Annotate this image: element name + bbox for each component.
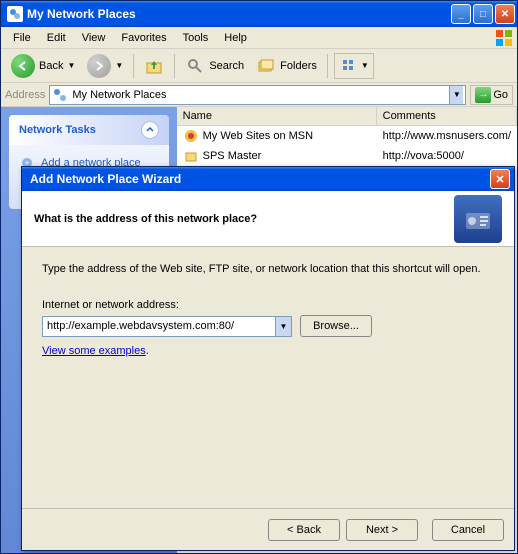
toolbar-separator: [133, 54, 134, 78]
maximize-button[interactable]: □: [473, 4, 493, 24]
menu-file[interactable]: File: [5, 30, 39, 46]
back-arrow-icon: [11, 54, 35, 78]
wizard-heading: What is the address of this network plac…: [34, 213, 454, 225]
address-dropdown-arrow-icon[interactable]: ▼: [275, 317, 291, 336]
menubar: File Edit View Favorites Tools Help: [1, 27, 517, 49]
menu-help[interactable]: Help: [216, 30, 255, 46]
item-name: My Web Sites on MSN: [203, 130, 313, 142]
addressbar: Address My Network Places ▼ → Go: [1, 83, 517, 107]
wizard-title: Add Network Place Wizard: [30, 172, 490, 186]
window-title: My Network Places: [27, 7, 451, 21]
item-name: SPS Master: [203, 150, 262, 162]
address-input-label: Internet or network address:: [42, 299, 494, 311]
go-button[interactable]: → Go: [470, 85, 513, 105]
collapse-icon[interactable]: [141, 121, 159, 139]
address-dropdown-arrow-icon[interactable]: ▼: [449, 86, 463, 104]
web-site-icon: [183, 128, 199, 144]
toolbar-separator: [327, 54, 328, 78]
menu-view[interactable]: View: [74, 30, 114, 46]
folders-icon: [256, 56, 276, 76]
menu-favorites[interactable]: Favorites: [113, 30, 174, 46]
go-label: Go: [493, 89, 508, 101]
network-folder-icon: [183, 148, 199, 164]
toolbar-separator: [174, 54, 175, 78]
wizard-instruction: Type the address of the Web site, FTP si…: [42, 263, 494, 275]
close-button[interactable]: ✕: [495, 4, 515, 24]
forward-dropdown-arrow-icon[interactable]: ▼: [115, 61, 123, 70]
back-label: Back: [39, 60, 63, 72]
wizard-close-button[interactable]: ✕: [490, 169, 510, 189]
forward-button[interactable]: ▼: [83, 52, 127, 80]
address-value: My Network Places: [72, 89, 449, 101]
column-name[interactable]: Name: [177, 107, 377, 125]
views-icon: [339, 56, 359, 76]
address-input[interactable]: [43, 320, 275, 332]
item-comments: http://vova:5000/: [383, 150, 464, 162]
main-window: My Network Places _ □ ✕ File Edit View F…: [0, 0, 518, 554]
views-dropdown-arrow-icon: ▼: [361, 61, 369, 70]
back-button[interactable]: Back ▼: [7, 52, 79, 80]
wizard-body: Type the address of the Web site, FTP si…: [22, 247, 514, 508]
back-button[interactable]: < Back: [268, 519, 340, 541]
network-tasks-header[interactable]: Network Tasks: [9, 115, 169, 145]
wizard-header: What is the address of this network plac…: [22, 191, 514, 247]
next-button[interactable]: Next >: [346, 519, 418, 541]
list-item[interactable]: SPS Master http://vova:5000/: [177, 146, 517, 166]
add-network-place-wizard: Add Network Place Wizard ✕ What is the a…: [21, 166, 515, 551]
address-combo[interactable]: My Network Places ▼: [49, 85, 466, 105]
address-label: Address: [5, 89, 45, 101]
column-comments[interactable]: Comments: [377, 107, 517, 125]
network-places-icon: [52, 87, 68, 103]
cancel-button[interactable]: Cancel: [432, 519, 504, 541]
network-tasks-title: Network Tasks: [19, 124, 96, 136]
browse-button[interactable]: Browse...: [300, 315, 372, 337]
folders-button[interactable]: Folders: [252, 54, 321, 78]
wizard-footer: < Back Next > Cancel: [22, 508, 514, 550]
toolbar: Back ▼ ▼ Search Folders: [1, 49, 517, 83]
menu-tools[interactable]: Tools: [175, 30, 217, 46]
item-comments: http://www.msnusers.com/: [383, 130, 511, 142]
back-dropdown-arrow-icon[interactable]: ▼: [67, 61, 75, 70]
view-examples-link[interactable]: View some examples: [42, 345, 146, 357]
forward-arrow-icon: [87, 54, 111, 78]
wizard-titlebar: Add Network Place Wizard ✕: [22, 167, 514, 191]
minimize-button[interactable]: _: [451, 4, 471, 24]
folder-up-icon: [144, 56, 164, 76]
titlebar: My Network Places _ □ ✕: [1, 1, 517, 27]
listview-header: Name Comments: [177, 107, 517, 126]
search-icon: [185, 56, 205, 76]
go-arrow-icon: →: [475, 87, 491, 103]
menu-edit[interactable]: Edit: [39, 30, 74, 46]
network-place-icon: [454, 195, 502, 243]
views-button[interactable]: ▼: [334, 53, 374, 79]
folders-label: Folders: [280, 60, 317, 72]
search-button[interactable]: Search: [181, 54, 248, 78]
up-button[interactable]: [140, 54, 168, 78]
list-item[interactable]: My Web Sites on MSN http://www.msnusers.…: [177, 126, 517, 146]
search-label: Search: [209, 60, 244, 72]
app-icon: [7, 6, 23, 22]
address-combo[interactable]: ▼: [42, 316, 292, 337]
windows-flag-icon: [495, 29, 513, 47]
